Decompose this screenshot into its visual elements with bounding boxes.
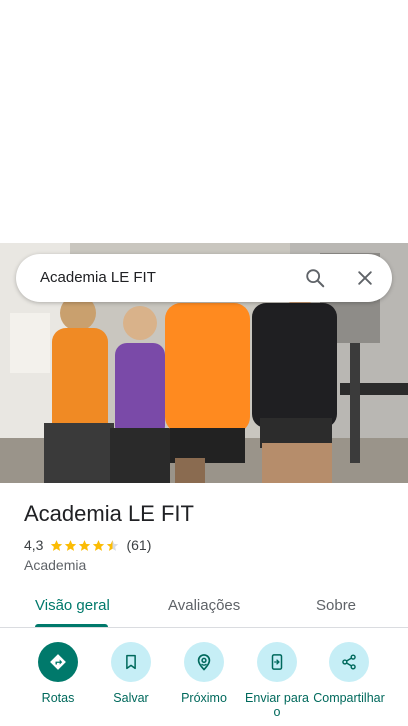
- tab-overview[interactable]: Visão geral: [35, 597, 110, 614]
- search-bar[interactable]: Academia LE FIT: [16, 254, 392, 302]
- send-to-phone-icon: [257, 642, 297, 682]
- rating-row[interactable]: 4,3 (61): [24, 536, 151, 554]
- action-row: Rotas Salvar Próximo Enviar para o Compa…: [0, 640, 408, 726]
- send-to-phone-button[interactable]: Enviar para o: [241, 640, 313, 719]
- share-label: Compartilhar: [313, 691, 385, 705]
- rating-stars: [50, 539, 120, 552]
- active-tab-indicator: [35, 624, 108, 627]
- place-category[interactable]: Academia: [24, 557, 86, 573]
- half-star-icon: [107, 539, 119, 551]
- share-icon: [329, 642, 369, 682]
- directions-icon: [38, 642, 78, 682]
- bookmark-icon: [111, 642, 151, 682]
- send-to-phone-label: Enviar para o: [245, 691, 309, 719]
- search-icon[interactable]: [303, 266, 327, 290]
- star-icon: [93, 539, 105, 551]
- tab-bar: Visão geral Avaliações Sobre: [0, 585, 408, 628]
- nearby-icon: [184, 642, 224, 682]
- save-button[interactable]: Salvar: [95, 640, 167, 705]
- share-button[interactable]: Compartilhar: [313, 640, 385, 705]
- directions-label: Rotas: [41, 691, 75, 705]
- close-icon[interactable]: [353, 266, 377, 290]
- tab-about[interactable]: Sobre: [316, 597, 356, 614]
- rating-value: 4,3: [24, 537, 44, 553]
- nearby-button[interactable]: Próximo: [168, 640, 240, 705]
- star-icon: [65, 539, 77, 551]
- review-count[interactable]: (61): [126, 537, 151, 553]
- place-title: Academia LE FIT: [24, 501, 194, 526]
- star-icon: [79, 539, 91, 551]
- nearby-label: Próximo: [181, 691, 227, 705]
- star-icon: [51, 539, 63, 551]
- search-input[interactable]: Academia LE FIT: [40, 269, 156, 286]
- save-label: Salvar: [113, 691, 149, 705]
- tab-reviews[interactable]: Avaliações: [168, 597, 240, 614]
- directions-button[interactable]: Rotas: [22, 640, 94, 705]
